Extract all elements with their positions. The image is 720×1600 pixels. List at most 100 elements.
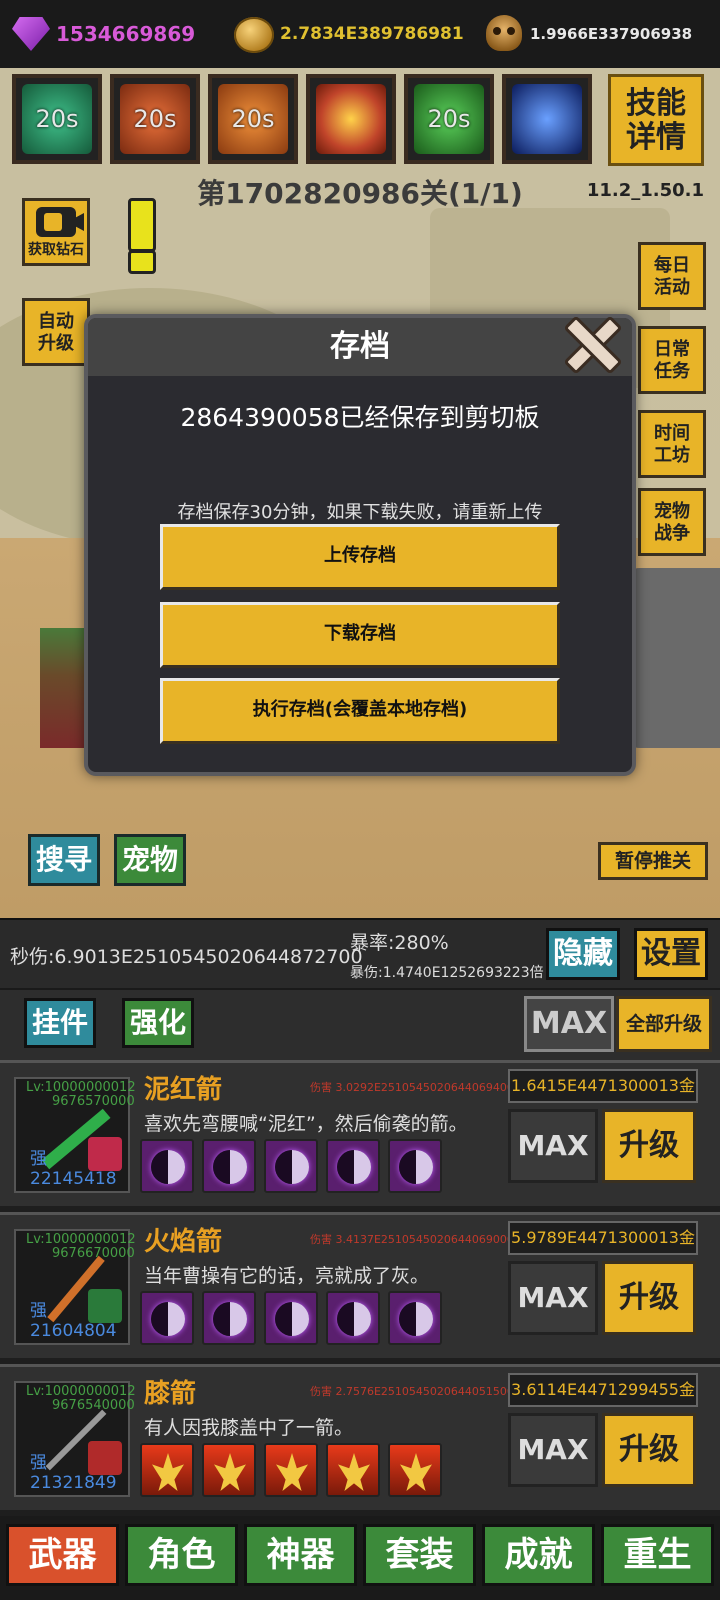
yin-yang-icon[interactable] (264, 1291, 318, 1345)
daily-task-button[interactable]: 日常 任务 (638, 326, 706, 394)
weapon-name: 火焰箭 (144, 1227, 223, 1257)
weapon-damage: 伤害 2.7576E2510545020644051500 (310, 1385, 514, 1398)
skill-slot-3[interactable]: 20s (208, 74, 298, 164)
skill-bar: 20s 20s 20s 20s (12, 74, 592, 164)
upload-save-button[interactable]: 上传存档 (160, 524, 560, 590)
save-note: 存档保存30分钟，如果下载失败，请重新上传 (177, 502, 543, 523)
yin-yang-icon[interactable] (140, 1291, 194, 1345)
weapon-level-line-2: 9676570000 (52, 1094, 135, 1109)
yin-yang-icon[interactable] (264, 1139, 318, 1193)
bottom-nav: 武器 角色 神器 套装 成就 重生 (0, 1516, 720, 1600)
upgrade-button[interactable]: 升级 (602, 1413, 696, 1487)
get-diamond-label: 获取钻石 (28, 242, 84, 258)
archer-character (40, 628, 90, 748)
weapon-strength: 强 21604804 (30, 1301, 117, 1341)
yin-yang-icon[interactable] (202, 1139, 256, 1193)
hide-button[interactable]: 隐藏 (546, 928, 620, 980)
weapon-level-line-2: 9676540000 (52, 1398, 135, 1413)
fire-arrow-icon[interactable] (202, 1443, 256, 1497)
skill-slot-2[interactable]: 20s (110, 74, 200, 164)
upgrade-all-button[interactable]: 全部升级 (616, 996, 712, 1052)
weapon-row: Lv:10000000012 9676670000 强 21604804 火焰箭 … (0, 1212, 720, 1358)
weapon-panel-header: 挂件 强化 MAX 全部升级 (0, 988, 720, 1060)
skill-slot-1[interactable]: 20s (12, 74, 102, 164)
diamond-icon (6, 9, 56, 59)
apply-save-button[interactable]: 执行存档(会覆盖本地存档) (160, 678, 560, 744)
weapon-description: 有人因我膝盖中了一箭。 (144, 1417, 354, 1439)
weapon-icon: Lv:10000000012 9676540000 强 21321849 (14, 1381, 136, 1497)
pause-progress-button[interactable]: 暂停推关 (598, 842, 708, 880)
skull-icon (478, 7, 530, 61)
dialog-title: 存档 (88, 318, 632, 376)
daily-activity-button[interactable]: 每日 活动 (638, 242, 706, 310)
skill-slot-5[interactable]: 20s (404, 74, 494, 164)
weapon-level-line-1: Lv:10000000012 (26, 1080, 136, 1095)
weapon-row: Lv:10000000012 9676570000 强 22145418 泥红箭 … (0, 1060, 720, 1206)
yin-yang-icon[interactable] (326, 1139, 380, 1193)
fire-arrow-icon[interactable] (326, 1443, 380, 1497)
upgrade-price: 1.6415E4471300013金 (508, 1069, 698, 1103)
weapon-list[interactable]: Lv:10000000012 9676570000 强 22145418 泥红箭 … (0, 1060, 720, 1516)
yin-yang-icon[interactable] (140, 1139, 194, 1193)
fire-arrow-icon[interactable] (264, 1443, 318, 1497)
tab-artifacts[interactable]: 神器 (244, 1524, 357, 1586)
tab-rebirth[interactable]: 重生 (601, 1524, 714, 1586)
weapon-level: Lv:10000000012 9676670000 (26, 1233, 136, 1261)
save-message: 2864390058已经保存到剪切板 (180, 403, 540, 432)
crit-damage-label: 暴伤:1.4740E1252693223倍 (350, 965, 544, 981)
max-button[interactable]: MAX (508, 1261, 598, 1335)
close-icon[interactable] (558, 310, 620, 372)
skill-detail-button[interactable]: 技能 详情 (608, 74, 704, 166)
gold-coins-icon (228, 7, 280, 61)
yin-yang-icon[interactable] (388, 1291, 442, 1345)
weapon-level: Lv:10000000012 9676570000 (26, 1081, 136, 1109)
tab-weapons[interactable]: 武器 (6, 1524, 119, 1586)
skill-cooldown: 20s (35, 105, 79, 133)
skill-slot-6[interactable] (502, 74, 592, 164)
gold-value: 2.7834E389786981 (280, 24, 464, 44)
yin-yang-icon[interactable] (202, 1291, 256, 1345)
tab-mount[interactable]: 挂件 (24, 998, 96, 1048)
tab-sets[interactable]: 套装 (363, 1524, 476, 1586)
weapon-description: 喜欢先弯腰喊“泥红”，然后偷袭的箭。 (144, 1113, 468, 1135)
dps-label: 秒伤:6.9013E2510545020644872700 (10, 946, 363, 968)
max-all-button[interactable]: MAX (524, 996, 614, 1052)
time-workshop-button[interactable]: 时间 工坊 (638, 410, 706, 478)
upgrade-button[interactable]: 升级 (602, 1261, 696, 1335)
weapon-strength: 强 21321849 (30, 1453, 117, 1493)
stats-bar: 秒伤:6.9013E2510545020644872700 暴率:280% 暴伤… (0, 918, 720, 988)
alert-exclamation-icon[interactable] (124, 198, 156, 274)
max-button[interactable]: MAX (508, 1413, 598, 1487)
weapon-name: 泥红箭 (144, 1075, 223, 1105)
pet-war-button[interactable]: 宠物 战争 (638, 488, 706, 556)
tab-enhance[interactable]: 强化 (122, 998, 194, 1048)
weapon-description: 当年曹操有它的话，亮就成了灰。 (144, 1265, 430, 1287)
save-dialog: 存档 2864390058已经保存到剪切板 存档保存30分钟，如果下载失败，请重… (84, 314, 636, 776)
skill-slot-4[interactable] (306, 74, 396, 164)
weapon-icon: Lv:10000000012 9676670000 强 21604804 (14, 1229, 136, 1345)
max-button[interactable]: MAX (508, 1109, 598, 1183)
yin-yang-icon[interactable] (326, 1291, 380, 1345)
gold-counter: 2.7834E389786981 (228, 0, 464, 68)
weapon-damage: 伤害 3.0292E2510545020644069400 (310, 1081, 514, 1094)
pet-button[interactable]: 宠物 (114, 834, 186, 886)
upgrade-button[interactable]: 升级 (602, 1109, 696, 1183)
rune-slots (140, 1291, 442, 1345)
fire-arrow-icon[interactable] (140, 1443, 194, 1497)
soul-counter: 1.9966E337906938 (478, 0, 692, 68)
upgrade-price: 3.6114E4471299455金 (508, 1373, 698, 1407)
tab-character[interactable]: 角色 (125, 1524, 238, 1586)
settings-button[interactable]: 设置 (634, 928, 708, 980)
yin-yang-icon[interactable] (388, 1139, 442, 1193)
fire-arrow-icon[interactable] (388, 1443, 442, 1497)
get-diamond-button[interactable]: 获取钻石 (22, 198, 90, 266)
auto-upgrade-button[interactable]: 自动 升级 (22, 298, 90, 366)
download-save-button[interactable]: 下载存档 (160, 602, 560, 668)
tab-achievements[interactable]: 成就 (482, 1524, 595, 1586)
weapon-level: Lv:10000000012 9676540000 (26, 1385, 136, 1413)
weapon-damage: 伤害 3.4137E2510545020644069000 (310, 1233, 514, 1246)
weapon-row: Lv:10000000012 9676540000 强 21321849 膝箭 伤… (0, 1364, 720, 1510)
rune-slots (140, 1443, 442, 1497)
search-button[interactable]: 搜寻 (28, 834, 100, 886)
weapon-strength: 强 22145418 (30, 1149, 117, 1189)
